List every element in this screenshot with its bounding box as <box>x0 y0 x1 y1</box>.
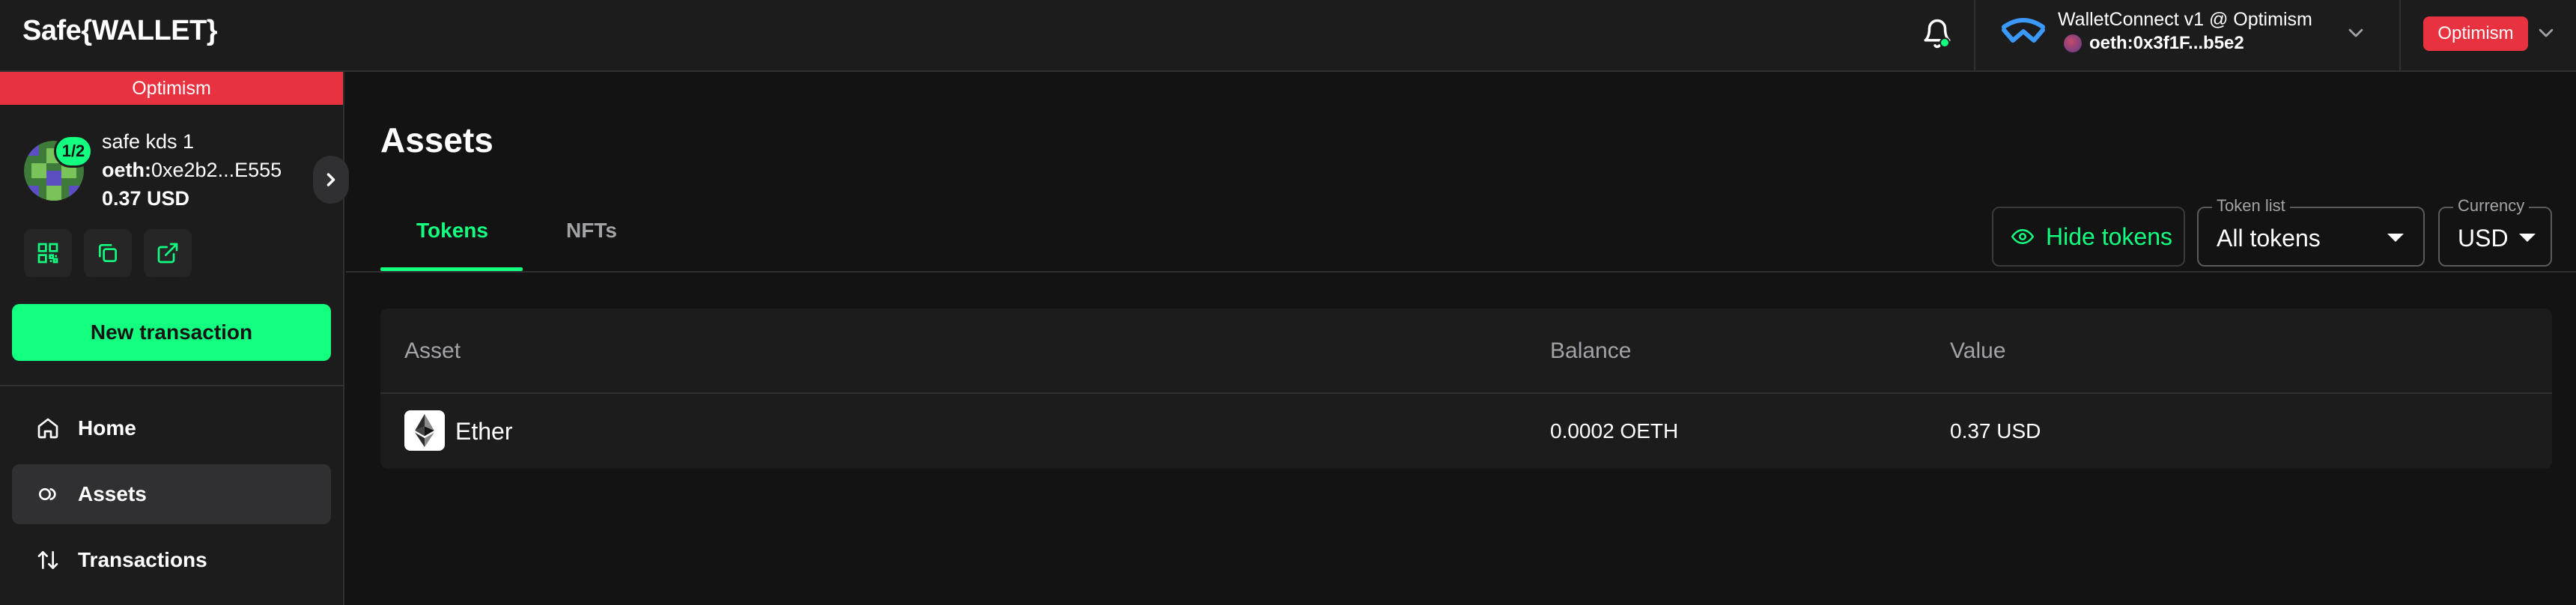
asset-value: 0.37 USD <box>1950 419 2041 443</box>
header-divider <box>2399 0 2401 70</box>
threshold-badge: 1/2 <box>54 135 93 168</box>
asset-balance: 0.0002 OETH <box>1550 419 1679 443</box>
hide-tokens-label: Hide tokens <box>2046 222 2172 250</box>
asset-name: Ether <box>455 418 513 445</box>
sidebar-item-home[interactable]: Home <box>12 398 331 458</box>
chevron-right-icon <box>326 173 335 186</box>
sidebar-item-label: Home <box>78 416 136 440</box>
header-divider <box>1974 0 1975 70</box>
tabs-divider <box>346 271 2576 273</box>
sidebar-divider <box>0 385 343 386</box>
connected-wallet-address: oeth:0x3f1F...b5e2 <box>2064 33 2244 54</box>
copy-address-button[interactable] <box>84 229 132 277</box>
walletconnect-title: WalletConnect v1 @ Optimism <box>2058 9 2312 30</box>
transactions-icon <box>37 551 58 569</box>
safe-balance: 0.37 USD <box>102 187 190 210</box>
sidebar-item-label: Assets <box>78 482 147 505</box>
chevron-down-icon[interactable] <box>2534 21 2558 45</box>
table-divider <box>380 392 2552 394</box>
sidebar: Optimism 1/2 safe kds 1 oeth:0xe2b2...E5… <box>0 72 349 605</box>
sidebar-item-label: Transactions <box>78 548 207 571</box>
dropdown-arrow-icon <box>2519 234 2536 242</box>
tab-tokens[interactable]: Tokens <box>416 219 488 243</box>
column-header-balance[interactable]: Balance <box>1550 338 1631 364</box>
currency-select[interactable]: Currency USD <box>2438 196 2552 267</box>
open-explorer-button[interactable] <box>144 229 192 277</box>
assets-icon <box>39 488 56 500</box>
walletconnect-icon <box>2002 18 2045 43</box>
hide-tokens-button[interactable]: Hide tokens <box>1992 207 2185 267</box>
column-header-value[interactable]: Value <box>1950 338 2006 364</box>
top-header: Safe{WALLET} WalletConnect v1 @ Optimism… <box>0 0 2576 72</box>
column-header-asset[interactable]: Asset <box>404 338 461 364</box>
copy-icon <box>99 244 117 262</box>
wallet-avatar <box>2064 34 2082 52</box>
token-list-value: All tokens <box>2217 225 2321 252</box>
network-selector-badge[interactable]: Optimism <box>2423 16 2528 51</box>
home-icon <box>37 418 58 439</box>
tab-nfts[interactable]: NFTs <box>566 219 617 243</box>
eye-icon <box>2011 228 2034 245</box>
dropdown-arrow-icon <box>2387 234 2404 242</box>
external-link-icon <box>157 243 178 264</box>
safe-address: oeth:0xe2b2...E555 <box>102 159 282 181</box>
safe-name: safe kds 1 <box>102 130 195 153</box>
expand-safe-button[interactable] <box>313 156 349 204</box>
sidebar-item-transactions[interactable]: Transactions <box>12 530 331 590</box>
network-banner: Optimism <box>0 72 343 105</box>
currency-label: Currency <box>2453 196 2530 216</box>
token-list-select[interactable]: Token list All tokens <box>2197 196 2425 267</box>
chevron-down-icon[interactable] <box>2344 21 2368 45</box>
new-transaction-button[interactable]: New transaction <box>12 304 331 361</box>
page-title: Assets <box>380 121 493 159</box>
ether-icon <box>404 410 445 451</box>
qr-code-button[interactable] <box>24 229 72 277</box>
notification-indicator <box>1939 37 1950 48</box>
safe-wallet-logo[interactable]: Safe{WALLET} <box>22 15 218 47</box>
sidebar-item-assets[interactable]: Assets <box>12 464 331 524</box>
currency-value: USD <box>2458 225 2509 252</box>
qr-code-icon <box>37 243 58 264</box>
assets-table: Asset Balance Value Ether 0.0002 OETH 0.… <box>380 308 2552 469</box>
token-list-label: Token list <box>2212 196 2290 216</box>
